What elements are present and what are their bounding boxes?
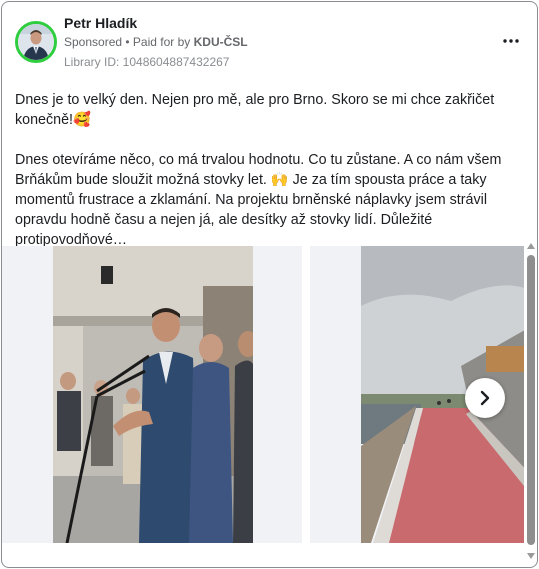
- post-header: Petr Hladík Sponsored • Paid for by KDU-…: [2, 2, 537, 77]
- avatar[interactable]: [15, 21, 57, 63]
- scrollbar[interactable]: [525, 243, 537, 559]
- image-carousel[interactable]: [2, 246, 524, 546]
- more-horizontal-icon: [503, 39, 519, 43]
- author-name[interactable]: Petr Hladík: [64, 15, 137, 31]
- paid-for-by: KDU-ČSL: [193, 35, 248, 49]
- scroll-down-arrow-icon[interactable]: [527, 553, 535, 559]
- more-options-button[interactable]: [503, 30, 519, 48]
- ad-post-card: Petr Hladík Sponsored • Paid for by KDU-…: [1, 1, 538, 568]
- sponsored-label: Sponsored: [64, 35, 123, 49]
- chevron-right-icon: [480, 390, 490, 406]
- scrollbar-thumb[interactable]: [527, 255, 535, 545]
- post-paragraph-1: Dnes je to velký den. Nejen pro mě, ale …: [15, 92, 495, 128]
- carousel-slide-1[interactable]: [2, 246, 302, 543]
- avatar-photo: [18, 24, 54, 60]
- library-id: Library ID: 1048604887432267: [64, 55, 230, 69]
- post-text: Dnes je to velký den. Nejen pro mě, ale …: [15, 90, 527, 270]
- post-paragraph-2: Dnes otevíráme něco, co má trvalou hodno…: [15, 152, 502, 248]
- photo-speaker: [53, 246, 253, 543]
- scroll-up-arrow-icon[interactable]: [527, 243, 535, 249]
- sponsored-line: Sponsored • Paid for by KDU-ČSL: [64, 35, 248, 49]
- carousel-next-button[interactable]: [465, 378, 505, 418]
- paid-for-prefix: • Paid for by: [125, 35, 191, 49]
